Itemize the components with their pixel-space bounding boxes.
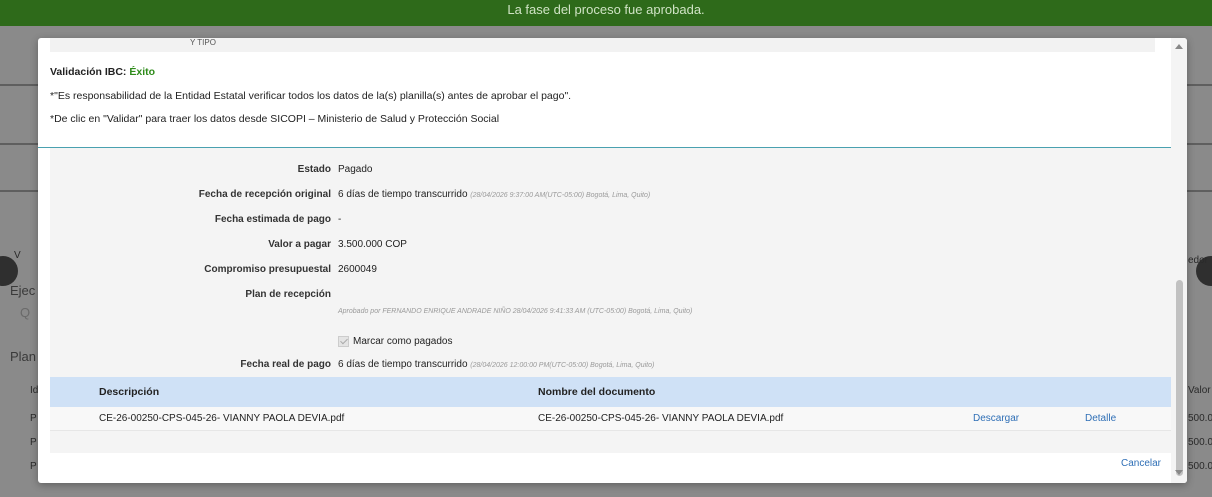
cut-off-text: Y TIPO (190, 38, 216, 47)
bg-label: Valor (1188, 385, 1211, 396)
table-row: CE-26-00250-CPS-045-26- VIANNY PAOLA DEV… (50, 407, 1171, 431)
fecha-recepcion-elapsed: 6 días de tiempo transcurrido (338, 189, 468, 200)
marcar-pagados: Marcar como pagados (338, 336, 453, 347)
bg-divider (0, 143, 38, 145)
estado-value: Pagado (338, 164, 373, 175)
valor-row: Valor a pagar 3.500.000 COP (50, 239, 1171, 255)
fecha-real-row: Fecha real de pago 6 días de tiempo tran… (50, 359, 1171, 375)
sicopi-note: *De clic en "Validar" para traer los dat… (50, 113, 500, 125)
validation-status: Éxito (129, 66, 156, 78)
fecha-estimada-row: Fecha estimada de pago - (50, 214, 1171, 230)
fecha-real-timestamp: (28/04/2026 12:00:00 PM(UTC-05:00) Bogot… (470, 362, 655, 369)
modal-top-strip: Y TIPO (50, 38, 1155, 52)
payment-detail-modal: Y TIPO Validación IBC: Éxito *"Es respon… (38, 38, 1187, 483)
bg-divider (1187, 190, 1212, 192)
bg-divider (1187, 84, 1212, 86)
fecha-recepcion-timestamp: (28/04/2026 9:37:00 AM(UTC-05:00) Bogotá… (470, 192, 651, 199)
validation-label: Validación IBC: (50, 66, 127, 78)
fecha-estimada-label: Fecha estimada de pago (214, 214, 331, 225)
bg-label: V (14, 250, 21, 261)
documents-table-header: Descripción Nombre del documento (50, 377, 1171, 407)
bg-label: Plan (10, 349, 37, 364)
bg-label: P (30, 413, 37, 424)
bg-label: 500.0 (1188, 437, 1212, 448)
bg-label: Ejec (10, 283, 36, 298)
fecha-recepcion-label: Fecha de recepción original (198, 189, 331, 200)
documents-table: Descripción Nombre del documento CE-26-0… (50, 377, 1171, 431)
compromiso-row: Compromiso presupuestal 2600049 (50, 264, 1171, 280)
download-link[interactable]: Descargar (973, 413, 1019, 424)
doc-nombre: CE-26-00250-CPS-045-26- VIANNY PAOLA DEV… (538, 413, 784, 424)
estado-label: Estado (297, 164, 331, 175)
scroll-up-icon[interactable] (1175, 44, 1183, 49)
doc-descripcion: CE-26-00250-CPS-045-26- VIANNY PAOLA DEV… (99, 413, 345, 424)
responsibility-note: *"Es responsabilidad de la Entidad Estat… (50, 90, 572, 102)
bg-label: 500.0 (1188, 413, 1212, 424)
plan-row: Plan de recepción (50, 289, 1171, 305)
validation-line: Validación IBC: Éxito (50, 66, 1160, 78)
marcar-pagados-label: Marcar como pagados (353, 336, 453, 348)
col-nombre-documento: Nombre del documento (538, 386, 656, 398)
scroll-thumb[interactable] (1176, 280, 1183, 476)
marcar-pagados-checkbox[interactable] (338, 336, 349, 347)
plan-approved-by: Aprobado por FERNANDO ENRIQUE ANDRADE NI… (338, 308, 693, 315)
col-descripcion: Descripción (99, 386, 160, 398)
bg-label: P (30, 437, 37, 448)
bg-divider (1187, 143, 1212, 145)
compromiso-label: Compromiso presupuestal (204, 264, 331, 275)
bg-divider (0, 84, 38, 86)
detail-link[interactable]: Detalle (1085, 413, 1116, 424)
estado-row: Estado Pagado (50, 164, 1171, 180)
compromiso-value: 2600049 (338, 264, 377, 275)
fecha-real-elapsed: 6 días de tiempo transcurrido (338, 359, 468, 370)
cancel-button[interactable]: Cancelar (1121, 458, 1161, 469)
fecha-recepcion-row: Fecha de recepción original 6 días de ti… (50, 189, 1171, 205)
success-banner: La fase del proceso fue aprobada. (0, 0, 1212, 26)
valor-label: Valor a pagar (268, 239, 331, 250)
bg-divider (0, 190, 38, 192)
plan-label: Plan de recepción (245, 289, 331, 300)
bg-label: edor (1188, 255, 1209, 266)
marcar-pagados-row: Marcar como pagados (50, 336, 1171, 352)
modal-scrollbar[interactable] (1171, 38, 1187, 483)
bg-label: 500.0 (1188, 461, 1212, 472)
plan-approval-row: Aprobado por FERNANDO ENRIQUE ANDRADE NI… (50, 308, 1171, 324)
fecha-real-label: Fecha real de pago (240, 359, 331, 370)
bg-label: Q (20, 305, 31, 320)
bg-label: P (30, 461, 37, 472)
fecha-estimada-value: - (338, 214, 342, 225)
fecha-recepcion-value: 6 días de tiempo transcurrido (28/04/202… (338, 189, 650, 200)
fecha-real-value: 6 días de tiempo transcurrido (28/04/202… (338, 359, 654, 370)
scroll-down-icon[interactable] (1175, 470, 1183, 475)
valor-value: 3.500.000 COP (338, 239, 407, 250)
